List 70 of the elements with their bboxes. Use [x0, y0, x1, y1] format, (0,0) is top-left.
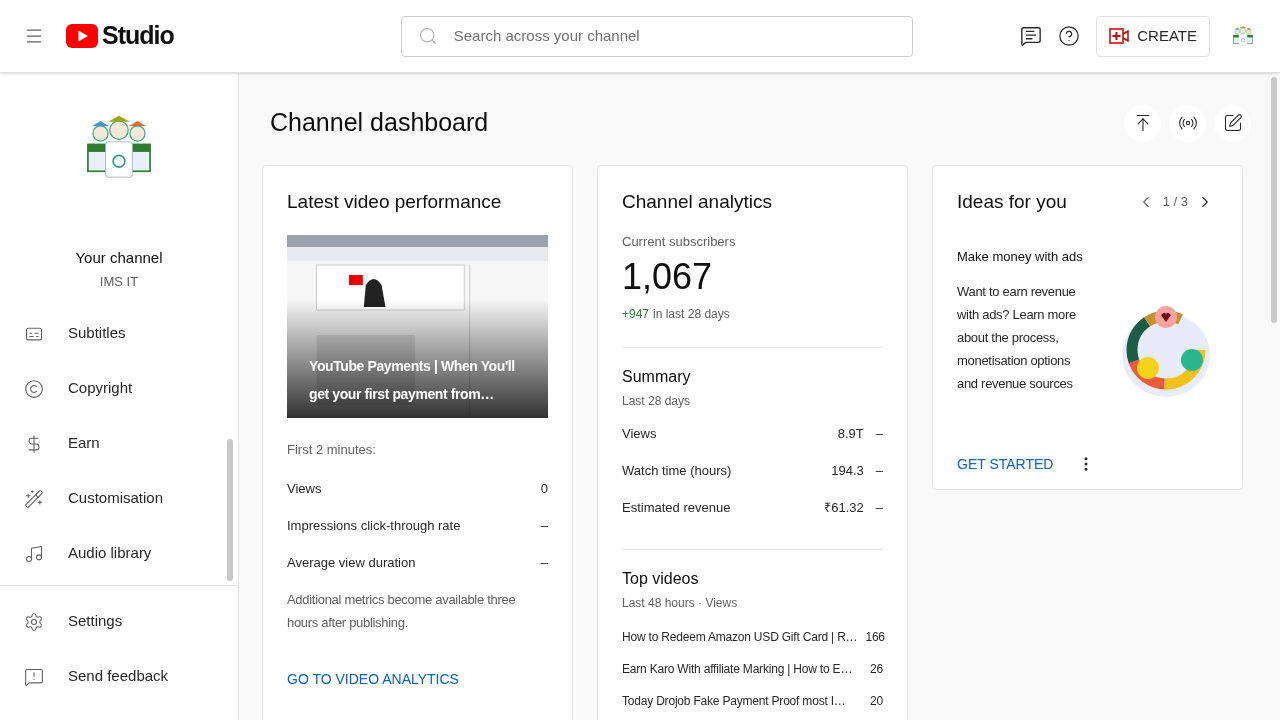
nav-icon: [24, 378, 44, 399]
top-video-views: 26: [870, 661, 883, 677]
top-video-views: 166: [865, 629, 885, 645]
pencil-square-icon: [1222, 113, 1243, 133]
summary-label: Views: [622, 426, 657, 442]
page-counter: 1 / 3: [1162, 193, 1188, 212]
trend-indicator: –: [875, 500, 883, 516]
summary-value: 8.9T: [837, 426, 864, 442]
metric-value: –: [540, 518, 548, 534]
account-avatar-icon[interactable]: [1230, 25, 1256, 47]
channel-label: Your channel: [75, 248, 163, 269]
add-video-icon: [1109, 27, 1130, 45]
nav-item[interactable]: Subtitles: [0, 306, 238, 362]
subscriber-count: 1,067: [622, 257, 714, 297]
idea-description: Want to earn revenue with ads? Learn more about the process, monetisation options and revenue sources: [957, 283, 1077, 393]
trend-indicator: –: [875, 426, 883, 442]
top-video-views: 20: [870, 693, 883, 709]
summary-value: 194.3: [831, 463, 864, 479]
section-title: Summary: [622, 367, 692, 387]
scrollbar[interactable]: [227, 439, 233, 581]
nav-item[interactable]: Copyright: [0, 361, 238, 417]
card-title: Latest video performance: [287, 190, 503, 214]
section-subtitle: Last 48 hours · Views: [622, 595, 739, 611]
top-video-title[interactable]: How to Redeem Amazon USD Gift Card | R…: [622, 629, 858, 645]
nav-item[interactable]: Settings: [0, 594, 238, 650]
live-button[interactable]: [1169, 104, 1206, 142]
nav-item[interactable]: Customisation: [0, 471, 238, 527]
comment-icon[interactable]: [1020, 25, 1043, 47]
metrics-note: Additional metrics become available three hours after publishing.: [287, 591, 517, 632]
metric-label: Views: [287, 481, 322, 497]
play-logo-icon: [66, 24, 98, 48]
page-title: Channel dashboard: [270, 107, 489, 139]
search-icon: [417, 26, 438, 46]
video-analytics-link[interactable]: GO TO VIDEO ANALYTICS: [287, 671, 548, 687]
get-started-button[interactable]: GET STARTED: [957, 456, 1054, 472]
change-period: in last 28 days: [653, 306, 730, 322]
trend-indicator: –: [875, 463, 883, 479]
top-video-title[interactable]: Earn Karo With affiliate Marking | How to E…: [622, 661, 853, 677]
top-video-title[interactable]: Today Drojob Fake Payment Proof most I…: [622, 693, 846, 709]
help-icon[interactable]: [1058, 25, 1081, 47]
section-subtitle: Last 28 days: [622, 393, 692, 409]
summary-label: Estimated revenue: [622, 500, 731, 516]
upload-button[interactable]: [1124, 104, 1161, 142]
channel-name: IMS IT: [99, 274, 139, 291]
search-bar[interactable]: Search across your channel: [400, 15, 913, 57]
subscriber-change: +947: [622, 306, 650, 322]
idea-heading: Make money with ads: [957, 249, 1084, 265]
subscribers-label: Current subscribers: [622, 234, 737, 250]
summary-value: ₹61.32: [824, 500, 864, 516]
edit-button[interactable]: [1214, 104, 1251, 142]
summary-label: Watch time (hours): [622, 463, 732, 479]
nav-icon: [24, 611, 44, 632]
nav-item[interactable]: Earn: [0, 416, 238, 472]
card-title: Channel analytics: [622, 190, 773, 214]
nav-item[interactable]: Audio library: [0, 526, 238, 582]
metric-label: Impressions click-through rate: [287, 518, 461, 534]
nav-item[interactable]: Send feedback: [0, 649, 238, 705]
search-field[interactable]: Search across your channel: [453, 24, 896, 48]
metric-value: –: [540, 555, 548, 571]
nav-icon: [24, 543, 44, 564]
nav-icon: [24, 666, 44, 687]
create-button[interactable]: CREATE: [1096, 15, 1210, 57]
metric-value: 0: [540, 481, 548, 497]
studio-logo-text: Studio: [102, 20, 174, 52]
nav-icon: [24, 488, 44, 509]
card-title: Ideas for you: [957, 190, 1067, 214]
section-title: Top videos: [622, 569, 700, 589]
metric-label: Average view duration: [287, 555, 416, 571]
metrics-period: First 2 minutes:: [287, 442, 377, 458]
scrollbar[interactable]: [1271, 77, 1277, 323]
